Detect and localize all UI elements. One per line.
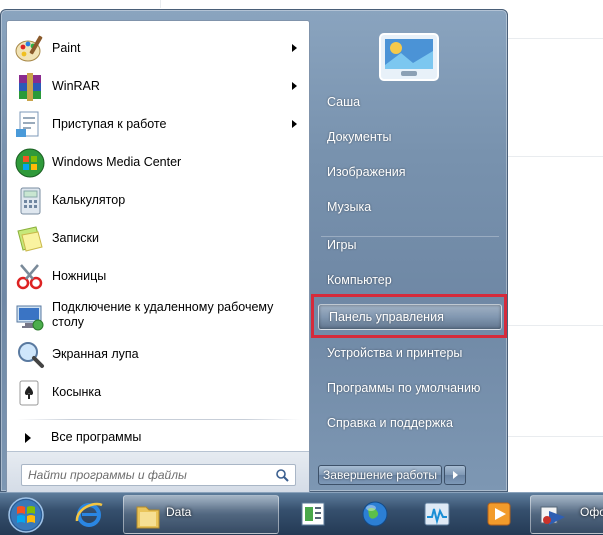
right-item-music[interactable]: Музыка: [317, 192, 503, 222]
program-item-sticky-notes[interactable]: Записки: [7, 219, 309, 257]
search-box[interactable]: [21, 464, 296, 486]
search-input[interactable]: [28, 467, 268, 483]
resource-monitor-icon[interactable]: [422, 499, 452, 529]
getting-started-icon: [16, 111, 39, 137]
chevron-right-icon: [453, 471, 458, 479]
solitaire-icon: [19, 380, 39, 406]
shutdown-options-button[interactable]: [444, 465, 466, 485]
notes-app-icon[interactable]: [298, 499, 328, 529]
right-item-label: Документы: [327, 130, 392, 144]
search-area: [7, 451, 309, 495]
magnifier-icon: [18, 342, 44, 368]
program-label: Экранная лупа: [52, 346, 139, 361]
winrar-icon: [19, 73, 41, 101]
submenu-arrow-icon: [292, 120, 297, 128]
right-item-label: Справка и поддержка: [327, 416, 453, 430]
expand-arrow-icon: [25, 433, 31, 443]
program-item-paint[interactable]: Paint: [7, 29, 309, 67]
program-label: Калькулятор: [52, 192, 126, 207]
start-button[interactable]: [2, 495, 50, 535]
submenu-arrow-icon: [292, 82, 297, 90]
search-icon[interactable]: [275, 468, 289, 482]
background-gridline: [508, 325, 603, 326]
office-app-icon: [540, 506, 565, 525]
right-item-label: Музыка: [327, 200, 372, 214]
program-item-getting-started[interactable]: Приступая к работе: [7, 105, 309, 143]
taskbar: Data Офо: [0, 492, 603, 535]
right-item-computer[interactable]: Компьютер: [317, 265, 503, 295]
program-item-calculator[interactable]: Калькулятор: [7, 181, 309, 219]
program-label: Косынка: [52, 384, 102, 399]
program-label: Paint: [52, 40, 81, 55]
right-item-documents[interactable]: Документы: [317, 122, 503, 152]
background-gridline: [508, 38, 603, 39]
paint-icon: [15, 35, 43, 62]
program-item-solitaire[interactable]: Косынка: [7, 373, 309, 411]
background-gridline: [508, 436, 603, 437]
remote-desktop-icon: [16, 305, 44, 331]
right-item-pictures[interactable]: Изображения: [317, 157, 503, 187]
right-item-label: Игры: [327, 238, 357, 252]
internet-explorer-icon[interactable]: [74, 499, 104, 529]
sticky-notes-icon: [17, 226, 43, 252]
program-label: WinRAR: [52, 78, 100, 93]
program-label: Записки: [52, 230, 99, 245]
shutdown-button[interactable]: Завершение работы: [318, 465, 442, 485]
program-item-remote-desktop[interactable]: Подключение к удаленному рабочему столу: [7, 297, 309, 335]
background-gridline: [160, 0, 161, 8]
program-item-magnifier[interactable]: Экранная лупа: [7, 335, 309, 373]
right-item-label: Компьютер: [327, 273, 392, 287]
right-item-games[interactable]: Игры: [317, 230, 503, 260]
all-programs-label: Все программы: [51, 430, 142, 444]
program-item-snipping-tool[interactable]: Ножницы: [7, 257, 309, 295]
annotation-highlight-frame: [311, 294, 507, 338]
shutdown-label: Завершение работы: [323, 468, 437, 482]
taskbar-window-label: Data: [166, 505, 192, 519]
media-center-icon: [15, 148, 45, 178]
right-item-label: Программы по умолчанию: [327, 381, 481, 395]
right-item-label: Устройства и принтеры: [327, 346, 463, 360]
program-label: Windows Media Center: [52, 154, 182, 169]
submenu-arrow-icon: [292, 44, 297, 52]
taskbar-window-data[interactable]: [123, 495, 279, 534]
desktop: Paint WinRAR Приступая к работе Windows …: [0, 0, 603, 535]
background-gridline: [508, 156, 603, 157]
program-label: Приступая к работе: [52, 116, 167, 131]
user-picture-icon[interactable]: [379, 33, 439, 81]
separator: [17, 419, 301, 420]
program-label: Подключение к удаленному рабочему столу: [52, 300, 274, 329]
right-item-help-support[interactable]: Справка и поддержка: [317, 408, 503, 438]
right-item-label: Саша: [327, 95, 361, 109]
all-programs-button[interactable]: Все программы: [7, 427, 309, 449]
right-item-default-programs[interactable]: Программы по умолчанию: [317, 373, 503, 403]
right-item-user[interactable]: Саша: [317, 87, 503, 117]
taskbar-window-label: Офо: [580, 505, 603, 519]
start-menu: Paint WinRAR Приступая к работе Windows …: [0, 9, 508, 495]
right-item-devices-printers[interactable]: Устройства и принтеры: [317, 338, 503, 368]
calculator-icon: [20, 187, 41, 215]
right-item-label: Изображения: [327, 165, 406, 179]
network-globe-icon[interactable]: [360, 499, 390, 529]
snipping-tool-icon: [16, 264, 43, 290]
programs-pane: Paint WinRAR Приступая к работе Windows …: [6, 20, 310, 495]
folder-icon: [136, 506, 160, 529]
program-item-winrar[interactable]: WinRAR: [7, 67, 309, 105]
media-player-icon[interactable]: [484, 499, 514, 529]
program-item-media-center[interactable]: Windows Media Center: [7, 143, 309, 181]
program-label: Ножницы: [52, 268, 107, 283]
